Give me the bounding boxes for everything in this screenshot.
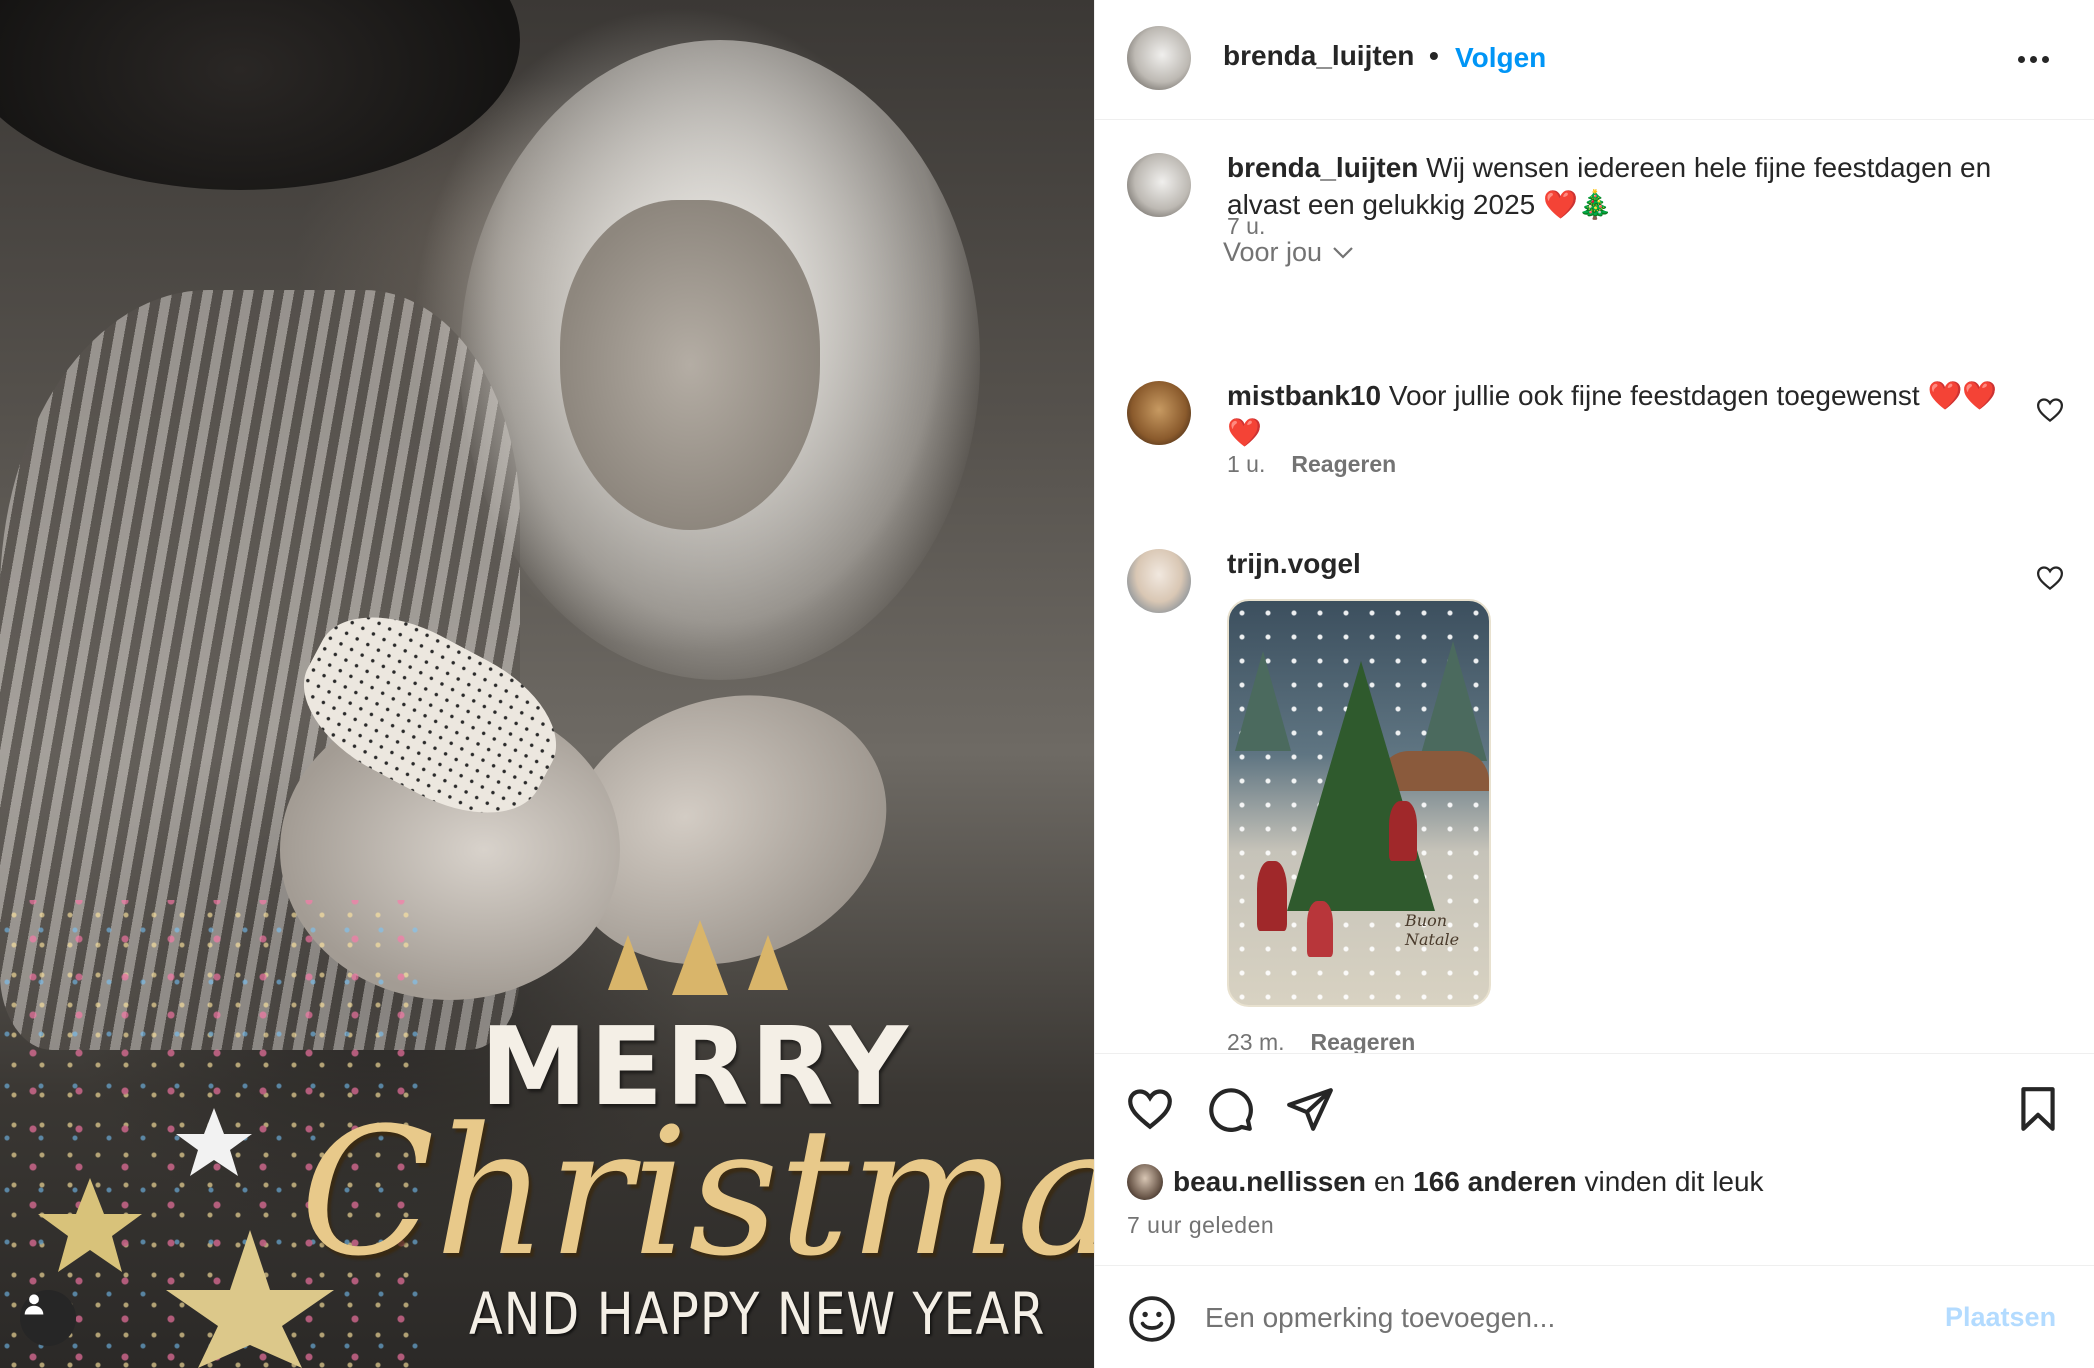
tagged-users-button[interactable] <box>20 1290 76 1346</box>
likes-others[interactable]: 166 anderen <box>1413 1166 1576 1198</box>
card-new-year-text: AND HAPPY NEW YEAR <box>469 1280 1046 1348</box>
comment-bubble-icon[interactable] <box>1205 1084 1255 1134</box>
more-options-icon[interactable] <box>2013 44 2053 74</box>
card-christmas-text: Christmas <box>300 1090 1094 1295</box>
author-avatar[interactable] <box>1127 26 1191 90</box>
liker-username[interactable]: beau.nellissen <box>1173 1166 1366 1198</box>
comment-input[interactable] <box>1205 1296 1905 1340</box>
follow-button[interactable]: Volgen <box>1455 42 1546 74</box>
caption-username[interactable]: brenda_luijten <box>1227 152 1418 183</box>
likes-connector: en <box>1373 1166 1406 1197</box>
caption-meta: 7 u. <box>1227 213 1265 240</box>
add-comment-bar: Plaatsen <box>1095 1265 2094 1368</box>
comment-meta: 23 m. Reageren <box>1227 1029 1415 1053</box>
gold-trees-icon <box>608 920 788 995</box>
heart-icon[interactable] <box>1125 1084 1175 1134</box>
comment-avatar[interactable] <box>1127 549 1191 613</box>
comment-time[interactable]: 23 m. <box>1227 1029 1285 1053</box>
comment-filter-label: Voor jou <box>1223 237 1323 267</box>
caption-text-block: brenda_luijten Wij wensen iedereen hele … <box>1227 149 2007 223</box>
likes-summary[interactable]: beau.nellissen en 166 anderen vinden dit… <box>1127 1164 1764 1200</box>
gold-star-icon <box>38 1178 142 1272</box>
likes-suffix: vinden dit leuk <box>1584 1166 1764 1197</box>
author-username[interactable]: brenda_luijten <box>1223 40 1414 72</box>
comment-filter-dropdown[interactable]: Voor jou <box>1223 237 1354 268</box>
caption-time[interactable]: 7 u. <box>1227 213 1265 240</box>
white-star-icon <box>176 1108 252 1176</box>
comment-like-heart-icon[interactable] <box>2035 563 2065 593</box>
postcard-signature: Buon Natale <box>1405 911 1460 949</box>
reply-button[interactable]: Reageren <box>1311 1029 1416 1053</box>
comments-scroll-area[interactable]: brenda_luijten Wij wensen iedereen hele … <box>1095 121 2094 1053</box>
bookmark-icon[interactable] <box>2013 1084 2063 1134</box>
comment-username[interactable]: mistbank10 <box>1227 380 1381 411</box>
comment-text-block: trijn.vogel <box>1227 545 2007 582</box>
comment-time[interactable]: 1 u. <box>1227 451 1265 478</box>
comment-image[interactable]: Buon Natale <box>1227 599 1491 1007</box>
smiley-icon[interactable] <box>1127 1294 1177 1344</box>
post-actions: beau.nellissen en 166 anderen vinden dit… <box>1095 1053 2094 1265</box>
post-time-ago[interactable]: 7 uur geleden <box>1127 1212 1274 1239</box>
post-side-panel: brenda_luijten • Volgen brenda_luijten W… <box>1094 0 2094 1368</box>
comment-text-block: mistbank10 Voor jullie ook fijne feestda… <box>1227 377 2007 451</box>
post-photo[interactable]: MERRY Christmas AND HAPPY NEW YEAR <box>0 0 1094 1368</box>
user-icon <box>24 1294 44 1315</box>
comment-like-heart-icon[interactable] <box>2035 395 2065 425</box>
header-separator: • <box>1429 40 1439 71</box>
caption-avatar[interactable] <box>1127 153 1191 217</box>
chevron-down-icon <box>1333 246 1353 259</box>
comment-avatar[interactable] <box>1127 381 1191 445</box>
liker-avatar[interactable] <box>1127 1164 1163 1200</box>
reply-button[interactable]: Reageren <box>1291 451 1396 478</box>
comment-username[interactable]: trijn.vogel <box>1227 548 1361 579</box>
post-comment-button[interactable]: Plaatsen <box>1945 1302 2056 1333</box>
comment-meta: 1 u. Reageren <box>1227 451 1396 478</box>
paper-plane-icon[interactable] <box>1285 1084 1335 1134</box>
post-header: brenda_luijten • Volgen <box>1095 0 2094 120</box>
